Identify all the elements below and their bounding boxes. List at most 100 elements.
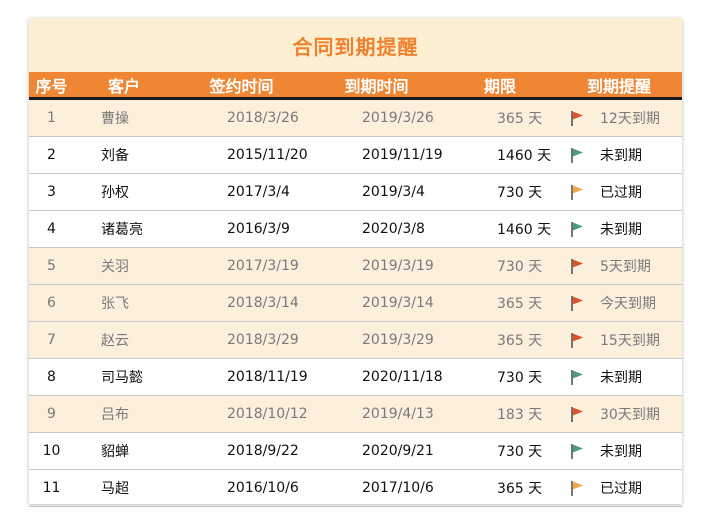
row-reminder: 15天到期 <box>600 333 660 349</box>
row-reminder: 未到期 <box>600 148 642 164</box>
row-num: 3 <box>47 184 56 200</box>
flag-icon <box>568 405 586 423</box>
row-due-date: 2019/3/14 <box>362 295 434 311</box>
row-due-date: 2019/3/29 <box>362 332 434 348</box>
table-row[interactable]: 3 孙权 2017/3/4 2019/3/4 730 天 已过期 <box>29 174 682 211</box>
row-reminder: 5天到期 <box>600 259 651 275</box>
row-due-date: 2020/3/8 <box>362 221 425 237</box>
table-row[interactable]: 4 诸葛亮 2016/3/9 2020/3/8 1460 天 未到期 <box>29 211 682 248</box>
row-sign-date: 2018/3/26 <box>227 110 299 126</box>
row-reminder-cell: 未到期 <box>556 211 682 247</box>
table-row[interactable]: 9 吕布 2018/10/12 2019/4/13 183 天 30天到期 <box>29 396 682 433</box>
flag-icon <box>568 183 586 201</box>
flag-icon <box>568 442 586 460</box>
table-row[interactable]: 6 张飞 2018/3/14 2019/3/14 365 天 今天到期 <box>29 285 682 322</box>
row-due-date: 2019/3/4 <box>362 184 425 200</box>
row-reminder: 30天到期 <box>600 407 660 423</box>
table-row[interactable]: 8 司马懿 2018/11/19 2020/11/18 730 天 未到期 <box>29 359 682 396</box>
row-sign-date: 2018/11/19 <box>227 369 308 385</box>
row-customer: 诸葛亮 <box>101 222 143 238</box>
row-reminder-cell: 已过期 <box>556 174 682 210</box>
row-reminder-cell: 15天到期 <box>556 322 682 358</box>
row-reminder: 12天到期 <box>600 111 660 127</box>
row-term: 365 天 <box>497 333 543 349</box>
row-reminder-cell: 未到期 <box>556 137 682 173</box>
table-row[interactable]: 5 关羽 2017/3/19 2019/3/19 730 天 5天到期 <box>29 248 682 285</box>
table-header: 序号 客户 签约时间 到期时间 期限 到期提醒 <box>29 72 682 100</box>
row-sign-date: 2018/10/12 <box>227 406 308 422</box>
flag-icon <box>568 109 586 127</box>
title-bar: 合同到期提醒 <box>29 18 682 72</box>
row-due-date: 2020/11/18 <box>362 369 443 385</box>
row-reminder: 已过期 <box>600 185 642 201</box>
row-reminder-cell: 5天到期 <box>556 248 682 284</box>
row-due-date: 2020/9/21 <box>362 443 434 459</box>
row-reminder-cell: 30天到期 <box>556 396 682 432</box>
row-term: 183 天 <box>497 407 543 423</box>
row-due-date: 2017/10/6 <box>362 480 434 496</box>
flag-icon <box>568 479 586 497</box>
page-title: 合同到期提醒 <box>292 34 419 59</box>
row-customer: 赵云 <box>101 333 129 349</box>
table-row[interactable]: 2 刘备 2015/11/20 2019/11/19 1460 天 未到期 <box>29 137 682 174</box>
table-row[interactable]: 11 马超 2016/10/6 2017/10/6 365 天 已过期 <box>29 470 682 507</box>
row-reminder: 未到期 <box>600 370 642 386</box>
row-num: 9 <box>47 406 56 422</box>
row-term: 365 天 <box>497 111 543 127</box>
table-row[interactable]: 7 赵云 2018/3/29 2019/3/29 365 天 15天到期 <box>29 322 682 359</box>
row-term: 1460 天 <box>497 148 552 164</box>
row-customer: 司马懿 <box>101 370 143 386</box>
header-num: 序号 <box>35 76 68 96</box>
row-sign-date: 2016/10/6 <box>227 480 299 496</box>
header-due-date: 到期时间 <box>344 76 409 96</box>
row-reminder: 未到期 <box>600 444 642 460</box>
row-reminder-cell: 今天到期 <box>556 285 682 321</box>
row-customer: 吕布 <box>101 407 129 423</box>
row-reminder: 已过期 <box>600 481 642 497</box>
row-customer: 关羽 <box>101 259 129 275</box>
row-num: 10 <box>42 443 61 459</box>
row-customer: 孙权 <box>101 185 129 201</box>
row-sign-date: 2018/3/29 <box>227 332 299 348</box>
row-customer: 马超 <box>101 481 129 497</box>
row-customer: 曹操 <box>101 111 129 127</box>
header-sign-date: 签约时间 <box>209 76 274 96</box>
row-term: 1460 天 <box>497 222 552 238</box>
table-row[interactable]: 1 曹操 2018/3/26 2019/3/26 365 天 12天到期 <box>29 100 682 137</box>
row-num: 11 <box>42 480 61 496</box>
flag-icon <box>568 294 586 312</box>
header-term: 期限 <box>483 76 516 96</box>
row-term: 730 天 <box>497 370 543 386</box>
row-term: 730 天 <box>497 185 543 201</box>
row-num: 4 <box>47 221 56 237</box>
row-reminder-cell: 未到期 <box>556 433 682 469</box>
flag-icon <box>568 220 586 238</box>
row-sign-date: 2016/3/9 <box>227 221 290 237</box>
row-sign-date: 2015/11/20 <box>227 147 308 163</box>
row-num: 2 <box>47 147 56 163</box>
flag-icon <box>568 257 586 275</box>
row-sign-date: 2017/3/4 <box>227 184 290 200</box>
row-term: 365 天 <box>497 296 543 312</box>
row-term: 730 天 <box>497 259 543 275</box>
flag-icon <box>568 368 586 386</box>
row-customer: 张飞 <box>101 296 129 312</box>
row-due-date: 2019/11/19 <box>362 147 443 163</box>
row-num: 8 <box>47 369 56 385</box>
table-row[interactable]: 10 貂蝉 2018/9/22 2020/9/21 730 天 未到期 <box>29 433 682 470</box>
row-num: 7 <box>47 332 56 348</box>
row-num: 6 <box>47 295 56 311</box>
row-due-date: 2019/4/13 <box>362 406 434 422</box>
row-reminder-cell: 已过期 <box>556 470 682 506</box>
row-num: 5 <box>47 258 56 274</box>
row-reminder-cell: 12天到期 <box>556 100 682 136</box>
flag-icon <box>568 331 586 349</box>
row-reminder: 未到期 <box>600 222 642 238</box>
row-num: 1 <box>47 110 56 126</box>
row-due-date: 2019/3/26 <box>362 110 434 126</box>
table-body: 1 曹操 2018/3/26 2019/3/26 365 天 12天到期 2 刘备 2015/1… <box>29 100 682 507</box>
row-due-date: 2019/3/19 <box>362 258 434 274</box>
row-term: 730 天 <box>497 444 543 460</box>
contract-sheet: 合同到期提醒 序号 客户 签约时间 到期时间 期限 到期提醒 1 曹操 2018/3… <box>29 18 682 507</box>
row-sign-date: 2018/9/22 <box>227 443 299 459</box>
